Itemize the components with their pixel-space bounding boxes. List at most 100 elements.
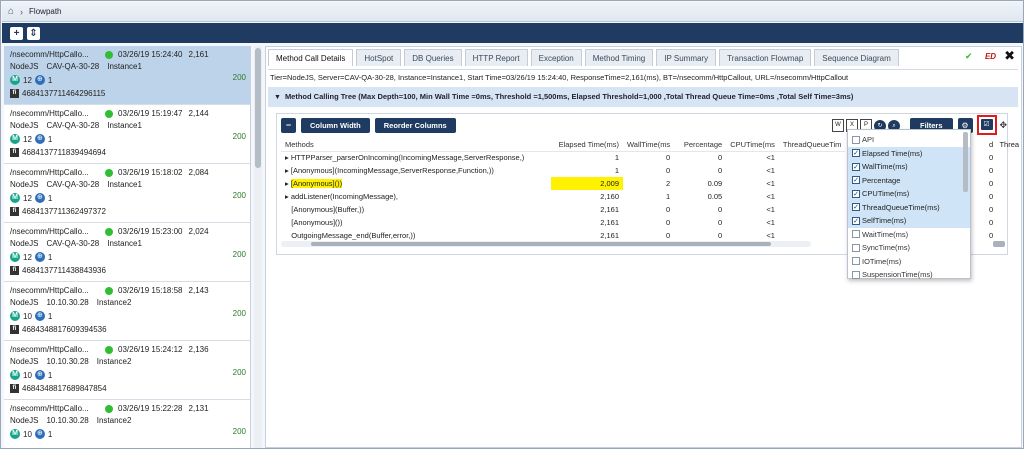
ed-icon[interactable]: ED (985, 52, 996, 61)
column-option[interactable]: ✓ WallTime(ms) (848, 160, 970, 174)
move-icon[interactable]: ✥ (1000, 120, 1008, 131)
dropdown-scrollbar[interactable] (963, 132, 968, 192)
checkbox-unchecked-icon[interactable] (852, 270, 860, 279)
word-export-icon[interactable]: W (832, 119, 844, 132)
collapse-button[interactable]: − (281, 118, 296, 133)
flowpath-item[interactable]: /nsecomm/HttpCallo... 03/26/19 15:23:00 2,… (4, 223, 250, 282)
column-width-button[interactable]: Column Width (301, 118, 370, 133)
column-header[interactable]: WallTime(ms (623, 138, 675, 152)
sidebar-scrollbar[interactable] (254, 46, 262, 448)
table-row[interactable]: ▸ HTTPParser_parserOnIncoming(IncomingMe… (281, 151, 845, 164)
column-header[interactable]: ThreadQueueTim (778, 138, 846, 152)
column-option[interactable]: ✓ ThreadQueueTime(ms) (848, 200, 970, 214)
thread-queue-cell (779, 216, 846, 229)
table-row[interactable]: [Anonymous]()) 2,161 0 0 <1 (281, 216, 845, 229)
reorder-columns-button[interactable]: Reorder Columns (374, 118, 456, 133)
flowpath-server: 10.10.30.28 (46, 416, 89, 425)
status-dot-icon (105, 228, 113, 236)
table-row[interactable]: ▸ [Anonymous]()) 2,009 2 0.09 <1 (281, 177, 845, 190)
column-chooser-button[interactable]: ☑ (976, 114, 997, 135)
flowpath-url: /nsecomm/HttpCallo... (10, 404, 89, 413)
column-option[interactable]: ✓ Percentage (848, 173, 970, 187)
flowpath-server-line: NodeJS CAV-QA-30-28 Instance1 (10, 61, 246, 73)
status-code: 200 (232, 309, 246, 318)
checkbox-unchecked-icon[interactable] (852, 257, 860, 266)
status-check-icon[interactable]: ✔ (965, 51, 977, 61)
method-tree-header[interactable]: ▼ Method Calling Tree (Max Depth=100, Min… (268, 87, 1018, 107)
table-horizontal-scrollbar[interactable] (281, 241, 811, 247)
flowpath-badges: M 10 ⊕ 1 (10, 368, 246, 382)
close-icon[interactable]: ✖ (1004, 49, 1015, 62)
column-option[interactable]: ✓ CPUTime(ms) (848, 187, 970, 201)
flowpath-header-line: /nsecomm/HttpCallo... 03/26/19 15:22:28 2,… (10, 403, 246, 415)
flowpath-item[interactable]: /nsecomm/HttpCallo... 03/26/19 15:24:12 2,… (4, 341, 250, 400)
flowpath-time: 03/26/19 15:18:58 (118, 286, 183, 295)
home-icon[interactable]: ⌂ (8, 6, 14, 17)
breadcrumb-flowpath[interactable]: Flowpath (29, 7, 61, 16)
column-header[interactable]: Percentage (674, 138, 727, 152)
method-cell[interactable]: [Anonymous]()) (281, 216, 551, 229)
flowpath-item[interactable]: /nsecomm/HttpCallo... 03/26/19 15:18:58 2,… (4, 282, 250, 341)
flowpath-server-line: NodeJS 10.10.30.28 Instance2 (10, 356, 246, 368)
tab-transaction-flowmap[interactable]: Transaction Flowmap (719, 49, 812, 66)
column-option[interactable]: ✓ Elapsed Time(ms) (848, 146, 970, 160)
expand-options-button[interactable]: ⇕ (27, 26, 40, 40)
checkbox-unchecked-icon[interactable] (852, 243, 860, 252)
flowpath-time: 03/26/19 15:24:12 (118, 345, 183, 354)
column-header[interactable]: Elapsed Time(ms) (551, 138, 623, 152)
add-button[interactable]: + (10, 26, 23, 40)
column-option[interactable]: WaitTime(ms) (848, 228, 970, 242)
tab-db-queries[interactable]: DB Queries (404, 49, 462, 66)
checkbox-checked-icon[interactable]: ✓ (852, 162, 860, 171)
thread-count: 1 (47, 429, 53, 439)
expand-arrow-icon[interactable]: ▸ (285, 179, 291, 188)
method-cell[interactable]: ▸ [Anonymous](IncomingMessage,ServerResp… (281, 164, 551, 177)
checkbox-checked-icon[interactable]: ✓ (852, 149, 860, 158)
tab-method-timing[interactable]: Method Timing (584, 49, 654, 66)
column-header[interactable]: Threa (999, 140, 1019, 149)
checkbox-checked-icon[interactable]: ✓ (852, 189, 860, 198)
tab-exception[interactable]: Exception (530, 49, 582, 66)
column-option-label: WaitTime(ms) (862, 229, 909, 239)
tab-hotspot[interactable]: HotSpot (356, 49, 402, 66)
method-cell[interactable]: ▸ [Anonymous]()) (281, 177, 551, 190)
percentage-cell: 0.05 (707, 192, 723, 201)
column-option[interactable]: IOTime(ms) (848, 255, 970, 269)
checkbox-unchecked-icon[interactable] (852, 230, 860, 239)
checkbox-unchecked-icon[interactable] (852, 135, 860, 144)
column-header[interactable]: CPUTime(ms (726, 138, 779, 152)
method-cell[interactable]: [Anonymous](Buffer,)) (281, 203, 551, 216)
scrollbar-thumb[interactable] (255, 48, 261, 168)
table-horizontal-scrollbar-right[interactable] (993, 241, 1005, 247)
tab-http-report[interactable]: HTTP Report (464, 49, 528, 66)
tab-method-call-details[interactable]: Method Call Details (268, 49, 354, 66)
method-cell[interactable]: ▸ HTTPParser_parserOnIncoming(IncomingMe… (281, 151, 551, 164)
table-row[interactable]: ▸ addListener(IncomingMessage), 2,160 1 0.0… (281, 190, 845, 203)
flowpath-server: 10.10.30.28 (46, 357, 89, 366)
flowpath-item[interactable]: /nsecomm/HttpCallo... 03/26/19 15:24:40 2,… (4, 46, 250, 105)
column-header[interactable]: Methods (281, 138, 551, 152)
flowpath-id-icon: fi (10, 265, 19, 275)
column-option[interactable]: API (848, 133, 970, 147)
column-option[interactable]: ✓ SelfTime(ms) (848, 214, 970, 228)
checkbox-checked-icon[interactable]: ✓ (852, 176, 860, 185)
flowpath-server: CAV-QA-30-28 (46, 239, 100, 248)
checkbox-checked-icon[interactable]: ✓ (852, 216, 860, 225)
method-cell[interactable]: ▸ addListener(IncomingMessage), (281, 190, 551, 203)
checkbox-checked-icon[interactable]: ✓ (852, 203, 860, 212)
flowpath-item[interactable]: /nsecomm/HttpCallo... 03/26/19 15:18:02 2,… (4, 164, 250, 223)
table-row[interactable]: ▸ [Anonymous](IncomingMessage,ServerResp… (281, 164, 845, 177)
column-option[interactable]: SuspensionTime(ms) (848, 268, 970, 282)
flowpath-item[interactable]: /nsecomm/HttpCallo... 03/26/19 15:22:28 2,… (4, 400, 250, 448)
wall-time-cell: 0 (666, 153, 671, 163)
table-row[interactable]: [Anonymous](Buffer,)) 2,161 0 0 <1 (281, 203, 845, 216)
caret-down-icon[interactable]: ▼ (274, 94, 281, 101)
tab-ip-summary[interactable]: IP Summary (656, 49, 717, 66)
flowpath-item[interactable]: /nsecomm/HttpCallo... 03/26/19 15:19:47 2,… (4, 105, 250, 164)
column-option[interactable]: SyncTime(ms) (848, 241, 970, 255)
tab-sequence-diagram[interactable]: Sequence Diagram (814, 49, 899, 66)
chevron-right-icon: › (20, 6, 24, 17)
flowpath-instance: Instance2 (96, 357, 132, 366)
scrollbar-thumb[interactable] (311, 242, 771, 246)
flowpath-duration: 2,144 (188, 109, 209, 118)
